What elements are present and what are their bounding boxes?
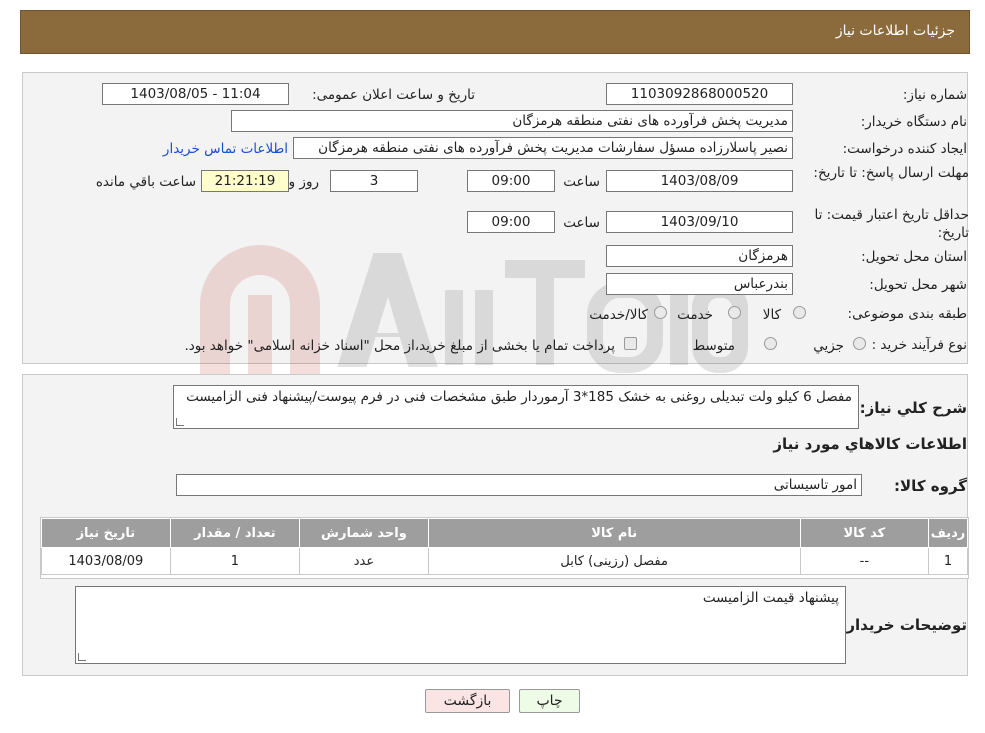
category-service-radio[interactable]	[728, 306, 741, 319]
items-table-header-row: رديف كد كالا نام كالا واحد شمارش تعداد /…	[41, 518, 968, 548]
buyer-contact-link[interactable]: اطلاعات تماس خریدار	[163, 141, 288, 157]
print-button[interactable]: چاپ	[519, 689, 580, 713]
days-label: روز و	[288, 174, 319, 190]
col-unit: واحد شمارش	[299, 518, 429, 548]
table-row: 1 -- مفصل (رزینی) کابل عدد 1 1403/08/09	[41, 547, 968, 575]
creator-label: ایجاد کننده درخواست:	[842, 141, 967, 157]
announce-datetime-label: تاریخ و ساعت اعلان عمومی:	[312, 87, 475, 103]
city-field: بندرعباس	[606, 273, 793, 295]
col-quantity: تعداد / مقدار	[169, 518, 301, 548]
col-row-number: رديف	[928, 518, 968, 548]
category-label: طبقه بندی موضوعی:	[847, 306, 967, 322]
items-table: رديف كد كالا نام كالا واحد شمارش تعداد /…	[41, 518, 968, 575]
price-validity-label: حداقل تاریخ اعتبار قیمت: تا تاریخ:	[814, 207, 969, 241]
buyer-notes-label: توضیحات خریدار:	[840, 616, 967, 634]
purchase-minor-label: جزيي	[813, 338, 844, 354]
goods-group-field: امور تاسیساتی	[176, 474, 862, 496]
category-service-label: خدمت	[677, 307, 713, 323]
deadline-label: مهلت ارسال پاسخ: تا تاریخ:	[813, 165, 969, 181]
validity-date-field: 1403/09/10	[606, 211, 793, 233]
validity-time-label: ساعت	[563, 215, 600, 231]
back-button[interactable]: بازگشت	[425, 689, 510, 713]
treasury-checkbox[interactable]	[624, 337, 637, 350]
need-number-label: شماره نیاز:	[902, 87, 967, 103]
page-title: جزئیات اطلاعات نیاز	[835, 23, 955, 39]
cell-goods-name: مفصل (رزینی) کابل	[427, 547, 801, 575]
city-label: شهر محل تحویل:	[869, 277, 967, 293]
province-field: هرمزگان	[606, 245, 793, 267]
col-goods-name: نام كالا	[427, 518, 801, 548]
deadline-date-field: 1403/08/09	[606, 170, 793, 192]
deadline-time-label: ساعت	[563, 174, 600, 190]
page-header: جزئیات اطلاعات نیاز	[20, 10, 970, 54]
cell-goods-code: --	[799, 547, 930, 575]
category-goods-radio[interactable]	[793, 306, 806, 319]
category-goods-service-label: كالا/خدمت	[589, 307, 648, 323]
announce-datetime-field: 1403/08/05 - 11:04	[102, 83, 289, 105]
buyer-org-label: نام دستگاه خریدار:	[860, 114, 967, 130]
province-label: استان محل تحویل:	[861, 249, 967, 265]
purchase-medium-radio[interactable]	[764, 337, 777, 350]
cell-need-date: 1403/08/09	[41, 547, 171, 575]
resize-grip-icon[interactable]	[78, 653, 86, 661]
purchase-minor-radio[interactable]	[853, 337, 866, 350]
buyer-org-field: مدیریت پخش فرآورده های نفتی منطقه هرمزگا…	[231, 110, 793, 132]
validity-time-field: 09:00	[467, 211, 555, 233]
cell-unit: عدد	[299, 547, 429, 575]
buyer-notes-field: پیشنهاد قیمت الزامیست	[75, 586, 846, 664]
days-remaining-field: 3	[330, 170, 418, 192]
category-goods-service-radio[interactable]	[654, 306, 667, 319]
resize-grip-icon[interactable]	[176, 418, 184, 426]
goods-group-label: گروه كالا:	[894, 477, 967, 495]
need-summary-field: مفصل 6 کیلو ولت تبدیلی روغنی به خشک 185*…	[173, 385, 859, 429]
deadline-time-field: 09:00	[467, 170, 555, 192]
need-summary-label: شرح كلي نياز:	[859, 399, 967, 417]
col-goods-code: كد كالا	[799, 518, 930, 548]
treasury-note: پرداخت تمام یا بخشی از مبلغ خرید،از محل …	[184, 338, 615, 354]
items-table-wrapper: رديف كد كالا نام كالا واحد شمارش تعداد /…	[40, 517, 969, 579]
goods-heading: اطلاعات كالاهاي مورد نياز	[773, 435, 967, 453]
category-goods-label: كالا	[762, 307, 781, 323]
purchase-medium-label: متوسط	[692, 338, 735, 354]
need-number-field: 1103092868000520	[606, 83, 793, 105]
col-need-date: تاريخ نياز	[41, 518, 171, 548]
purchase-type-label: نوع فرآیند خرید :	[871, 337, 967, 353]
cell-quantity: 1	[169, 547, 301, 575]
creator-field: نصیر پاسلارزاده مسؤل سفارشات مدیریت پخش …	[293, 137, 793, 159]
remaining-time-field: 21:21:19	[201, 170, 289, 192]
cell-row-number: 1	[928, 547, 968, 575]
remaining-time-label: ساعت باقي مانده	[95, 174, 196, 190]
